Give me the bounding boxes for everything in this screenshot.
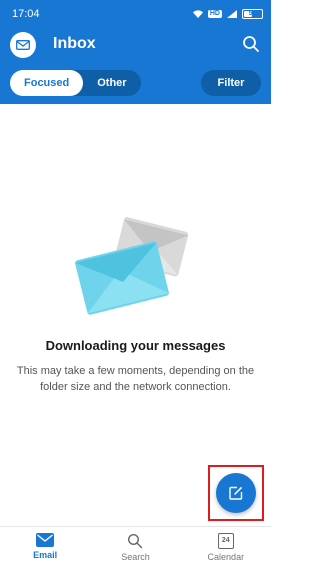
- calendar-icon: 24: [217, 533, 234, 549]
- nav-calendar-label: Calendar: [207, 552, 245, 562]
- nav-email[interactable]: Email: [0, 527, 90, 568]
- mail-icon: [36, 533, 55, 547]
- empty-state: Downloading your messages This may take …: [0, 104, 271, 524]
- signal-icon: [227, 10, 237, 18]
- search-icon: [128, 533, 143, 549]
- search-icon[interactable]: [241, 34, 261, 54]
- battery-icon: 53: [242, 9, 263, 19]
- compose-button[interactable]: [216, 473, 256, 513]
- compose-highlight: [208, 465, 264, 521]
- envelopes-illustration: [74, 217, 189, 315]
- status-time: 17:04: [12, 8, 40, 20]
- tab-other[interactable]: Other: [83, 70, 140, 96]
- mail-icon: [16, 40, 30, 50]
- wifi-icon: [192, 10, 203, 18]
- app-header-bar: 17:04 HD 53 Inbox Focused Other Filter: [0, 0, 271, 104]
- inbox-header: Inbox: [0, 26, 271, 64]
- tab-focused[interactable]: Focused: [10, 70, 84, 96]
- compose-icon: [229, 486, 243, 500]
- battery-text: 53: [248, 10, 257, 17]
- nav-search-label: Search: [121, 552, 150, 562]
- filter-button[interactable]: Filter: [201, 70, 261, 96]
- status-bar: 17:04 HD 53: [0, 0, 271, 26]
- nav-calendar[interactable]: 24 Calendar: [181, 527, 271, 568]
- system-icons: HD 53: [192, 8, 263, 20]
- nav-email-label: Email: [33, 550, 58, 560]
- calendar-icon-day: 24: [221, 537, 230, 544]
- network-badge: HD: [207, 10, 222, 18]
- empty-state-title: Downloading your messages: [45, 338, 226, 353]
- inbox-tabs: Focused Other: [10, 70, 141, 96]
- empty-state-description: This may take a few moments, depending o…: [16, 365, 255, 393]
- nav-search[interactable]: Search: [90, 527, 180, 568]
- page-title: Inbox: [53, 35, 96, 52]
- bottom-navigation: Email Search 24 Calendar: [0, 526, 271, 568]
- account-avatar[interactable]: [10, 32, 36, 58]
